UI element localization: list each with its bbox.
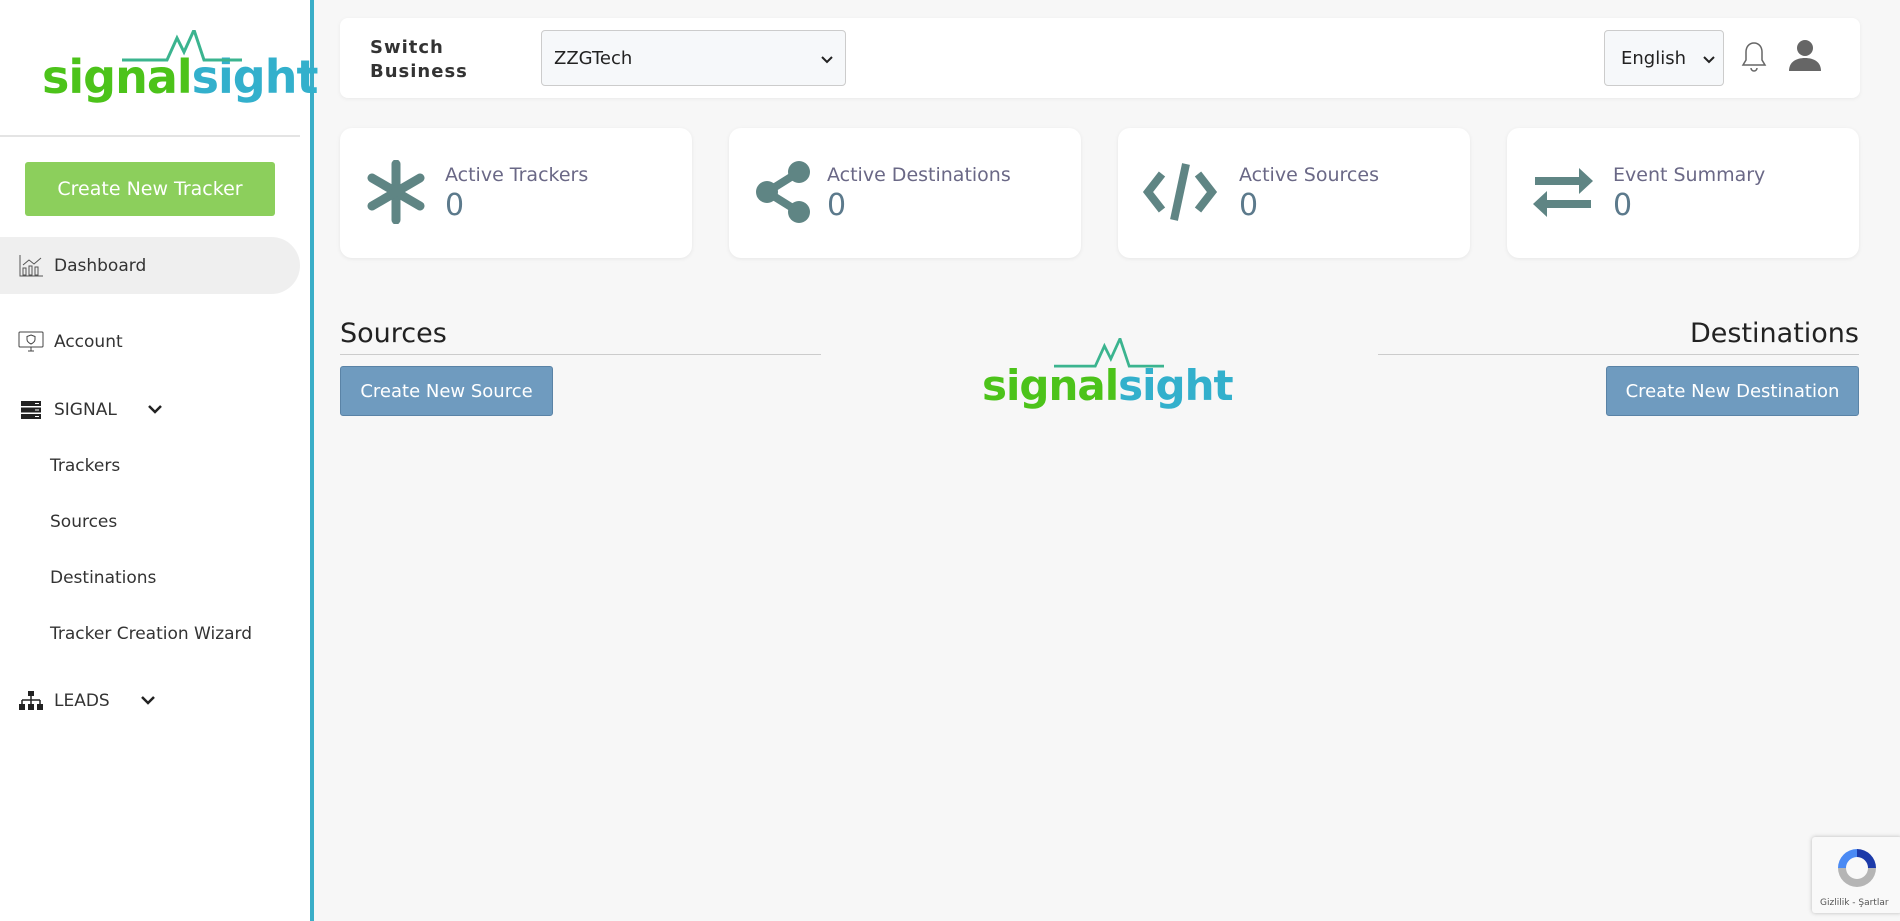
sources-title: Sources — [340, 318, 447, 349]
stat-label: Active Sources — [1239, 164, 1379, 186]
bell-icon[interactable] — [1741, 40, 1767, 78]
monitor-shield-icon — [18, 331, 44, 353]
sidebar-subitem-trackers[interactable]: Trackers — [50, 456, 120, 476]
recaptcha-links[interactable]: Gizlilik - Şartlar — [1820, 898, 1889, 908]
sidebar-item-label: Account — [54, 332, 123, 352]
logo-signal-line — [122, 30, 242, 62]
center-logo: signal sight — [982, 338, 1234, 410]
destinations-divider — [1378, 354, 1859, 355]
server-icon — [18, 399, 44, 421]
language-select[interactable]: English — [1604, 30, 1724, 86]
chevron-down-icon — [140, 693, 156, 709]
recaptcha-badge[interactable]: Gizlilik - Şartlar — [1812, 837, 1900, 913]
destinations-title: Destinations — [1689, 318, 1859, 349]
create-new-source-button[interactable]: Create New Source — [340, 366, 553, 416]
business-select-value: ZZGTech — [554, 47, 633, 69]
sidebar-item-signal[interactable]: SIGNAL — [0, 398, 163, 422]
sidebar-item-leads[interactable]: LEADS — [0, 689, 156, 713]
code-icon — [1142, 163, 1218, 221]
sidebar-item-label: Dashboard — [54, 255, 147, 276]
logo-signal-line — [1054, 338, 1164, 368]
stat-value: 0 — [445, 188, 465, 223]
stat-card-active-destinations[interactable]: Active Destinations 0 — [729, 128, 1081, 258]
sidebar-divider — [0, 135, 300, 137]
sidebar-item-label: SIGNAL — [54, 400, 117, 420]
sidebar-item-label: LEADS — [54, 691, 110, 711]
top-header: Switch Business ZZGTech English — [340, 18, 1860, 98]
create-new-tracker-button[interactable]: Create New Tracker — [25, 162, 275, 216]
chevron-down-icon — [1703, 48, 1715, 69]
user-avatar-icon[interactable] — [1788, 38, 1822, 76]
business-select[interactable]: ZZGTech — [541, 30, 846, 86]
stat-value: 0 — [1239, 188, 1259, 223]
stat-value: 0 — [1613, 188, 1633, 223]
stat-card-event-summary[interactable]: Event Summary 0 — [1507, 128, 1859, 258]
stat-value: 0 — [827, 188, 847, 223]
asterisk-icon — [367, 160, 425, 224]
sidebar-subitem-sources[interactable]: Sources — [50, 512, 117, 532]
stat-card-active-sources[interactable]: Active Sources 0 — [1118, 128, 1470, 258]
stat-label: Active Destinations — [827, 164, 1011, 186]
recaptcha-icon — [1838, 849, 1876, 887]
sidebar-subitem-destinations[interactable]: Destinations — [50, 568, 156, 588]
sources-divider — [340, 354, 821, 355]
switch-business-label: Switch Business — [370, 37, 468, 82]
sitemap-icon — [18, 690, 44, 712]
chart-icon — [18, 254, 44, 277]
language-select-value: English — [1621, 47, 1686, 69]
stat-label: Event Summary — [1613, 164, 1766, 186]
sidebar-subitem-tracker-wizard[interactable]: Tracker Creation Wizard — [50, 624, 252, 644]
chevron-down-icon — [147, 402, 163, 418]
stat-label: Active Trackers — [445, 164, 589, 186]
share-icon — [756, 161, 810, 223]
chevron-down-icon — [821, 48, 833, 69]
exchange-icon — [1533, 168, 1593, 217]
sidebar-item-dashboard[interactable]: Dashboard — [0, 237, 300, 294]
sidebar-item-account[interactable]: Account — [0, 330, 123, 354]
logo[interactable]: signal sight — [42, 30, 318, 104]
stat-card-active-trackers[interactable]: Active Trackers 0 — [340, 128, 692, 258]
sidebar: signal sight Create New Tracker Dashboard… — [0, 0, 318, 921]
create-new-destination-button[interactable]: Create New Destination — [1606, 366, 1859, 416]
